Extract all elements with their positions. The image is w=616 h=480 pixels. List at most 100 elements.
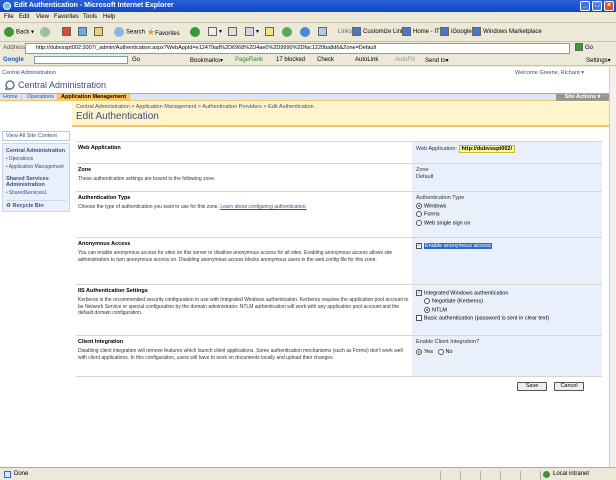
recycle-bin-icon: ♻ [6,203,11,209]
nav-item-sharedservices1[interactable]: SharedServices1 [9,190,66,196]
auth-option-windows[interactable]: Windows [416,203,598,209]
section-title: Anonymous Access [78,241,131,247]
bookmarks-button[interactable]: Bookmarks▾ [190,57,223,64]
menu-edit[interactable]: Edit [19,14,29,20]
web-application-selector[interactable]: http://dubvsspt002/ [458,145,515,153]
back-button[interactable]: Back ▾ [4,27,34,38]
status-divider [440,471,441,480]
google-go-button[interactable]: Go [132,57,140,63]
messenger-button[interactable] [300,27,312,38]
radio-forms[interactable] [416,211,422,218]
link-igoogle[interactable]: iGoogle [440,27,472,38]
mail-button[interactable]: ▾ [208,27,222,38]
section-zone: Zone These authentication settings are b… [76,163,602,191]
nav-heading-shared-services[interactable]: Shared Services Administration [6,176,66,188]
extra-icon [318,27,327,36]
tab-operations[interactable]: Operations [24,94,58,101]
top-site-link[interactable]: Central Administration [2,70,56,76]
welcome-menu[interactable]: Welcome Greene, Richard ▾ [515,70,584,76]
breadcrumb[interactable]: Central Administration > Application Man… [76,104,314,110]
client-no-option[interactable]: No [437,349,453,355]
menu-help[interactable]: Help [103,14,115,20]
page-done-icon [4,471,11,478]
radio-negotiate[interactable] [424,298,430,305]
section-description: You can enable anonymous access for site… [78,250,393,263]
auth-option-web-sso[interactable]: Web single sign on [416,219,598,226]
tab-application-management[interactable]: Application Management [58,94,131,101]
section-title: Web Application [78,145,121,151]
client-integration-label: Enable Client Integration? [416,339,480,345]
nav-item-application-management[interactable]: Application Management [9,164,66,170]
stop-button[interactable] [62,27,73,38]
integrated-windows-checkbox[interactable]: ✓ [416,290,422,296]
search-button[interactable]: Search [114,27,145,38]
refresh-button[interactable] [78,27,89,38]
section-title: Authentication Type [78,195,131,201]
check-button[interactable]: Check [317,57,334,63]
cancel-button[interactable]: Cancel [554,382,584,391]
toolbar-extra-button[interactable] [318,27,329,38]
integrated-windows-option[interactable]: ✓ Integrated Windows authentication [416,290,598,296]
save-button[interactable]: Save [517,382,547,391]
enable-anonymous-option[interactable]: ✓ Enable anonymous access [416,243,598,250]
quick-launch: View All Site Content Central Administra… [2,131,70,212]
menu-tools[interactable]: Tools [83,14,97,20]
window-title: Edit Authentication - Microsoft Internet… [14,2,174,9]
link-icon [472,27,481,36]
menu-view[interactable]: View [36,14,49,20]
client-integration-options: Yes No [416,349,598,355]
address-url: http://dubvsspt002:2007/_admin/Authentic… [36,45,377,51]
popup-blocked-button[interactable]: 17 blocked [276,57,305,63]
nav-heading-central-admin[interactable]: Central Administration [6,148,66,154]
negotiate-option[interactable]: Negotiate (Kerberos) [424,298,598,305]
view-all-site-content-link[interactable]: View All Site Content [2,131,70,141]
nav-item-operations[interactable]: Operations [9,156,66,162]
autofill-button[interactable]: AutoFill [395,57,415,63]
auth-option-forms[interactable]: Forms [416,211,598,218]
radio-client-no[interactable] [437,349,444,355]
basic-auth-checkbox[interactable] [416,315,422,322]
go-button[interactable]: Go [575,43,593,54]
menu-file[interactable]: File [4,14,14,20]
ntlm-option[interactable]: NTLM [424,306,598,313]
status-bar: Done Local intranet [0,467,616,480]
vertical-scrollbar[interactable] [609,67,616,467]
enable-anonymous-checkbox[interactable]: ✓ [416,243,422,249]
section-client-integration: Client Integration Disabling client inte… [76,335,602,377]
close-button[interactable]: × [604,1,614,11]
refresh-icon [78,27,87,36]
address-input[interactable]: http://dubvsspt002:2007/_admin/Authentic… [25,43,570,54]
sendto-button[interactable]: Send to▾ [425,57,449,64]
google-search-input[interactable] [34,56,128,64]
radio-client-yes[interactable] [416,349,422,355]
google-settings-button[interactable]: Settings▾ [586,57,611,64]
discuss-button[interactable] [265,27,276,38]
autolink-button[interactable]: AutoLink [355,57,378,63]
pagerank-indicator[interactable]: PageRank [235,57,263,63]
site-actions-menu[interactable]: Site Actions ▾ [556,94,609,101]
radio-ntlm[interactable] [424,306,430,313]
status-divider [460,471,461,480]
basic-auth-option[interactable]: Basic authentication (password is sent i… [416,315,598,322]
messenger-icon [300,27,310,37]
link-home-it[interactable]: Home - IT [402,27,440,38]
recycle-bin-link[interactable]: ♻ Recycle Bin [6,200,66,209]
print-button[interactable] [228,27,239,38]
radio-windows[interactable] [416,203,422,209]
menu-favorites[interactable]: Favorites [54,14,79,20]
favorites-button[interactable]: ★Favorites [147,27,180,38]
maximize-button[interactable]: □ [592,1,602,11]
forward-button[interactable] [40,27,52,38]
home-button[interactable] [94,27,105,38]
research-button[interactable] [282,27,294,38]
minimize-button[interactable]: _ [580,1,590,11]
radio-web-sso[interactable] [416,219,422,226]
site-title[interactable]: Central Administration [18,80,106,90]
learn-authentication-link[interactable]: Learn about configuring authentication. [220,204,306,210]
edit-button[interactable]: ▾ [245,27,259,38]
link-windows-marketplace[interactable]: Windows Marketplace [472,27,542,38]
link-customize[interactable]: Customize Links [352,27,407,38]
tab-home[interactable]: Home [0,94,22,101]
media-button[interactable] [190,27,202,38]
client-yes-option[interactable]: Yes [416,349,433,355]
